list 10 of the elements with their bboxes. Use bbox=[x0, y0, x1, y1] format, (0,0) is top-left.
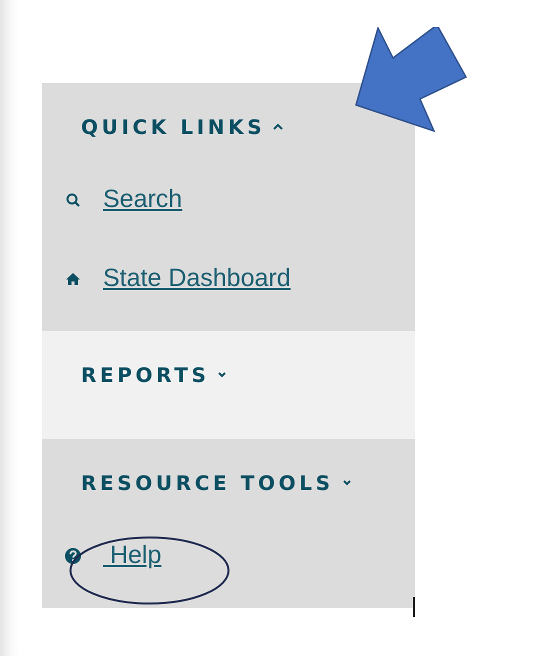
search-icon bbox=[65, 192, 81, 208]
menu-link[interactable]: Search bbox=[103, 185, 182, 214]
section-toggle[interactable]: RESOURCE TOOLS bbox=[81, 471, 352, 503]
text-cursor bbox=[413, 597, 414, 617]
help-icon bbox=[65, 548, 81, 564]
section-toggle[interactable]: QUICK LINKS bbox=[81, 115, 284, 147]
menu-link[interactable]: State Dashboard bbox=[103, 264, 291, 293]
home-icon bbox=[65, 270, 81, 286]
menu-link[interactable]: Help bbox=[103, 541, 162, 570]
section-toggle[interactable]: REPORTS bbox=[81, 363, 228, 395]
